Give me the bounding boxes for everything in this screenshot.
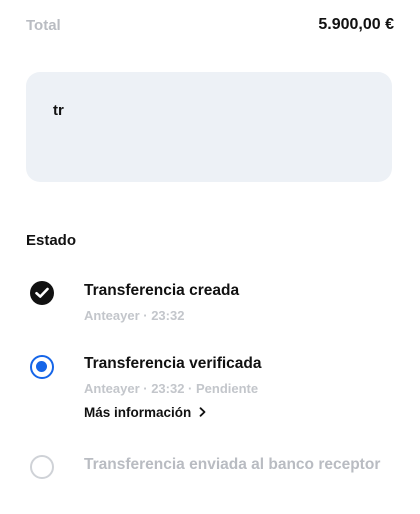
step-verified-meta: Anteayer · 23:32 · Pendiente [84, 381, 259, 396]
checkmark-icon [30, 281, 54, 305]
radio-empty-icon [30, 455, 54, 479]
radio-selected-icon [30, 355, 54, 379]
concept-note-box: tr [26, 72, 392, 182]
total-amount: 5.900,00 € [318, 16, 394, 33]
chevron-right-icon [199, 405, 206, 420]
more-info-link[interactable]: Más información [84, 405, 206, 420]
step-created-title: Transferencia creada [84, 282, 240, 299]
step-sent-title: Transferencia enviada al banco receptor [84, 456, 381, 473]
step-verified-title: Transferencia verificada [84, 355, 262, 372]
transfer-detail-page: Total 5.900,00 € tr Estado Transferencia… [0, 0, 420, 514]
more-info-label: Más información [84, 405, 192, 420]
concept-note-text: tr [53, 102, 64, 119]
total-row: Total 5.900,00 € [26, 14, 394, 36]
step-created-meta: Anteayer · 23:32 [84, 308, 185, 323]
status-section-title: Estado [26, 232, 77, 249]
total-label: Total [26, 16, 61, 34]
